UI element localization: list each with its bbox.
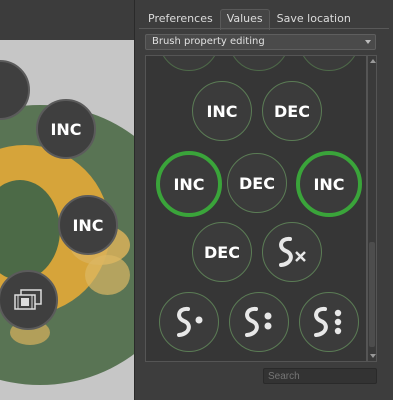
shortcut-slot-2-button[interactable] xyxy=(229,292,289,352)
action-dec-button[interactable]: DEC xyxy=(262,81,322,141)
action-dec-button[interactable]: DEC xyxy=(227,153,287,213)
swirl-two-dot-icon xyxy=(245,306,272,337)
popup-inc-button-1[interactable]: INC xyxy=(36,99,96,159)
popup-storyboard-button[interactable] xyxy=(0,270,58,330)
property-combo[interactable]: Brush property editing xyxy=(145,34,376,50)
tab-divider xyxy=(139,28,389,29)
property-combo-value: Brush property editing xyxy=(152,36,265,47)
popup-inc-button-2[interactable]: INC xyxy=(58,195,118,255)
clear-shortcut-button[interactable] xyxy=(262,222,322,282)
grid-scrollbar[interactable] xyxy=(367,55,377,362)
shortcut-slot-3-button[interactable] xyxy=(299,292,359,352)
action-button-partial[interactable] xyxy=(299,56,359,71)
action-inc-button-selected[interactable]: INC xyxy=(296,151,362,217)
action-inc-button[interactable]: INC xyxy=(192,81,252,141)
tab-values[interactable]: Values xyxy=(219,9,270,30)
scroll-up-icon[interactable] xyxy=(370,59,376,63)
swirl-close-icon xyxy=(279,236,306,267)
search-input[interactable] xyxy=(263,368,377,384)
action-button-partial[interactable] xyxy=(229,56,289,71)
canvas-area[interactable]: INC INC xyxy=(0,40,135,400)
scroll-down-icon[interactable] xyxy=(370,354,376,358)
swirl-three-dot-icon xyxy=(314,306,342,337)
shortcut-slot-1-button[interactable] xyxy=(159,292,219,352)
tab-save-location[interactable]: Save location xyxy=(270,9,358,30)
paint-splash xyxy=(85,255,130,295)
tab-preferences[interactable]: Preferences xyxy=(141,9,220,30)
action-dec-button[interactable]: DEC xyxy=(192,222,252,282)
swirl-one-dot-icon xyxy=(177,306,203,337)
scrollbar-thumb[interactable] xyxy=(369,242,375,347)
action-button-partial[interactable] xyxy=(159,56,219,71)
tab-bar: Preferences Values Save location xyxy=(141,9,358,30)
filmstrip-icon xyxy=(14,289,42,310)
canvas-top-strip xyxy=(0,0,135,40)
action-inc-button-selected[interactable]: INC xyxy=(156,151,222,217)
action-grid: INC DEC INC DEC INC DEC xyxy=(145,55,367,362)
chevron-down-icon xyxy=(365,40,371,44)
docker-panel: Preferences Values Save location Brush p… xyxy=(134,0,393,400)
